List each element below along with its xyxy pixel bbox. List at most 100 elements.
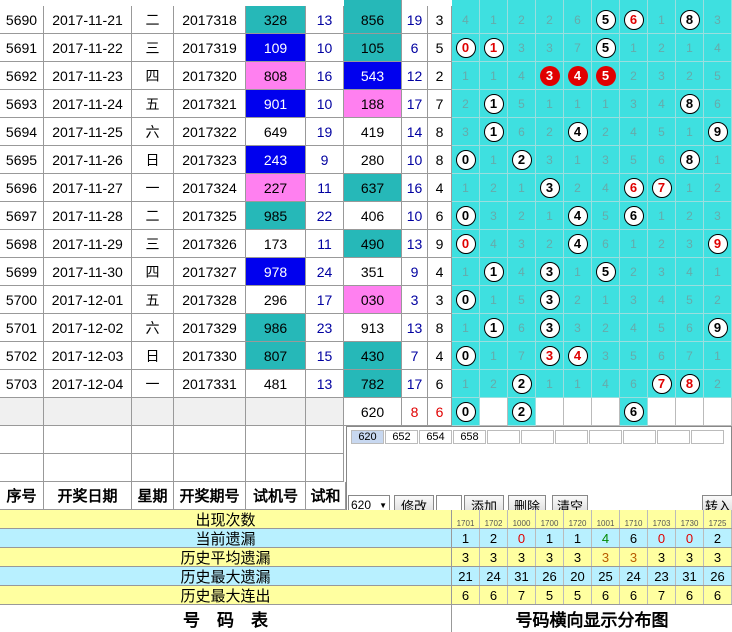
number-marker: 3 [539,177,560,198]
chevron-down-icon: ▼ [379,500,387,510]
grid-cell: 1 [452,314,480,342]
pending-period [174,398,246,426]
panel-tab-empty[interactable] [521,430,554,444]
grid-cell: 3 [676,230,704,258]
grid-cell: 1 [452,174,480,202]
pending-trial [246,398,306,426]
stats-col-code: 1700 [536,510,564,528]
row-trial: 296 [246,286,306,314]
grid-cell: 2 [564,286,592,314]
row-sum2: 10 [402,146,428,174]
panel-tab-empty[interactable] [555,430,588,444]
row-date: 2017-12-01 [44,286,132,314]
stats-col-code: 1725 [704,510,732,528]
row-seq: 5693 [0,90,44,118]
grid-cell: 3 [508,34,536,62]
stats-label: 历史最大连出 [0,586,452,605]
number-marker: 7 [651,177,672,198]
row-period: 2017324 [174,174,246,202]
grid-cell: 2 [704,174,732,202]
stats-value: 6 [592,586,620,604]
stats-col-code: 1701 [452,510,480,528]
stats-label: 出现次数 [0,510,452,529]
stats-value: 5 [536,586,564,604]
grid-cell [648,398,676,426]
row-trial: 808 [246,62,306,90]
row-period: 2017327 [174,258,246,286]
number-marker: 0 [455,149,476,170]
grid-cell: 1 [648,202,676,230]
panel-tab-658[interactable]: 658 [453,430,486,444]
grid-cell: 1 [452,258,480,286]
stats-value: 4 [592,529,620,547]
stats-value: 21 [452,567,480,585]
grid-cell: 6 [508,314,536,342]
panel-tab-654[interactable]: 654 [419,430,452,444]
row-sum1: 22 [306,202,344,230]
row-sum1: 9 [306,146,344,174]
row-date: 2017-12-04 [44,370,132,398]
pending-span: 6 [428,398,452,426]
grid-cell: 6 [620,398,648,426]
grid-cell: 3 [536,314,564,342]
panel-tab-empty[interactable] [623,430,656,444]
grid-cell: 0 [452,202,480,230]
stats-label: 当前遗漏 [0,529,452,548]
panel-tab-empty[interactable] [589,430,622,444]
row-seq: 5698 [0,230,44,258]
row-date: 2017-11-24 [44,90,132,118]
row-sum1: 13 [306,370,344,398]
number-marker: 9 [707,317,728,338]
pending-wd [132,398,174,426]
grid-cell: 1 [480,118,508,146]
grid-cell: 2 [508,202,536,230]
row-trial: 328 [246,6,306,34]
row-sum1: 10 [306,90,344,118]
grid-cell: 1 [480,90,508,118]
panel-tab-empty[interactable] [691,430,724,444]
row-sum2: 13 [402,314,428,342]
panel-tab-652[interactable]: 652 [385,430,418,444]
number-marker: 0 [455,233,476,254]
row-date: 2017-12-02 [44,314,132,342]
panel-tab-620[interactable]: 620 [351,430,384,444]
number-marker: 6 [623,9,644,30]
row-wd: 五 [132,286,174,314]
grid-cell: 2 [536,6,564,34]
stats-value: 3 [564,548,592,566]
row-win: 188 [344,90,402,118]
row-win: 430 [344,342,402,370]
pending-win: 620 [344,398,402,426]
number-marker: 0 [455,289,476,310]
stats-row: 出现次数 1701 1702 1000 1700 1720 1001 1710 1703 1730… [0,510,732,529]
grid-cell: 3 [704,202,732,230]
grid-cell: 1 [508,174,536,202]
number-marker: 1 [483,93,504,114]
stats-value: 6 [676,586,704,604]
number-marker: 5 [595,9,616,30]
grid-cell: 6 [592,230,620,258]
panel-tab-empty[interactable] [487,430,520,444]
row-trial: 173 [246,230,306,258]
row-win: 351 [344,258,402,286]
grid-cell: 3 [536,62,564,90]
footer-left-title: 号 码 表 [0,604,452,632]
grid-cell: 1 [564,370,592,398]
number-marker: 0 [455,37,476,58]
stats-value: 6 [620,586,648,604]
number-marker: 1 [483,37,504,58]
row-sum1: 23 [306,314,344,342]
panel-tab-empty[interactable] [657,430,690,444]
grid-cell: 1 [480,258,508,286]
row-win: 913 [344,314,402,342]
row-sum1: 16 [306,62,344,90]
row-period: 2017325 [174,202,246,230]
stats-value: 2 [704,529,732,547]
stats-value: 7 [508,586,536,604]
row-trial: 985 [246,202,306,230]
grid-cell: 4 [620,118,648,146]
grid-cell: 4 [508,62,536,90]
grid-cell: 4 [676,258,704,286]
grid-cell: 4 [704,34,732,62]
footer: 号 码 表 号码横向显示分布图 [0,604,732,632]
